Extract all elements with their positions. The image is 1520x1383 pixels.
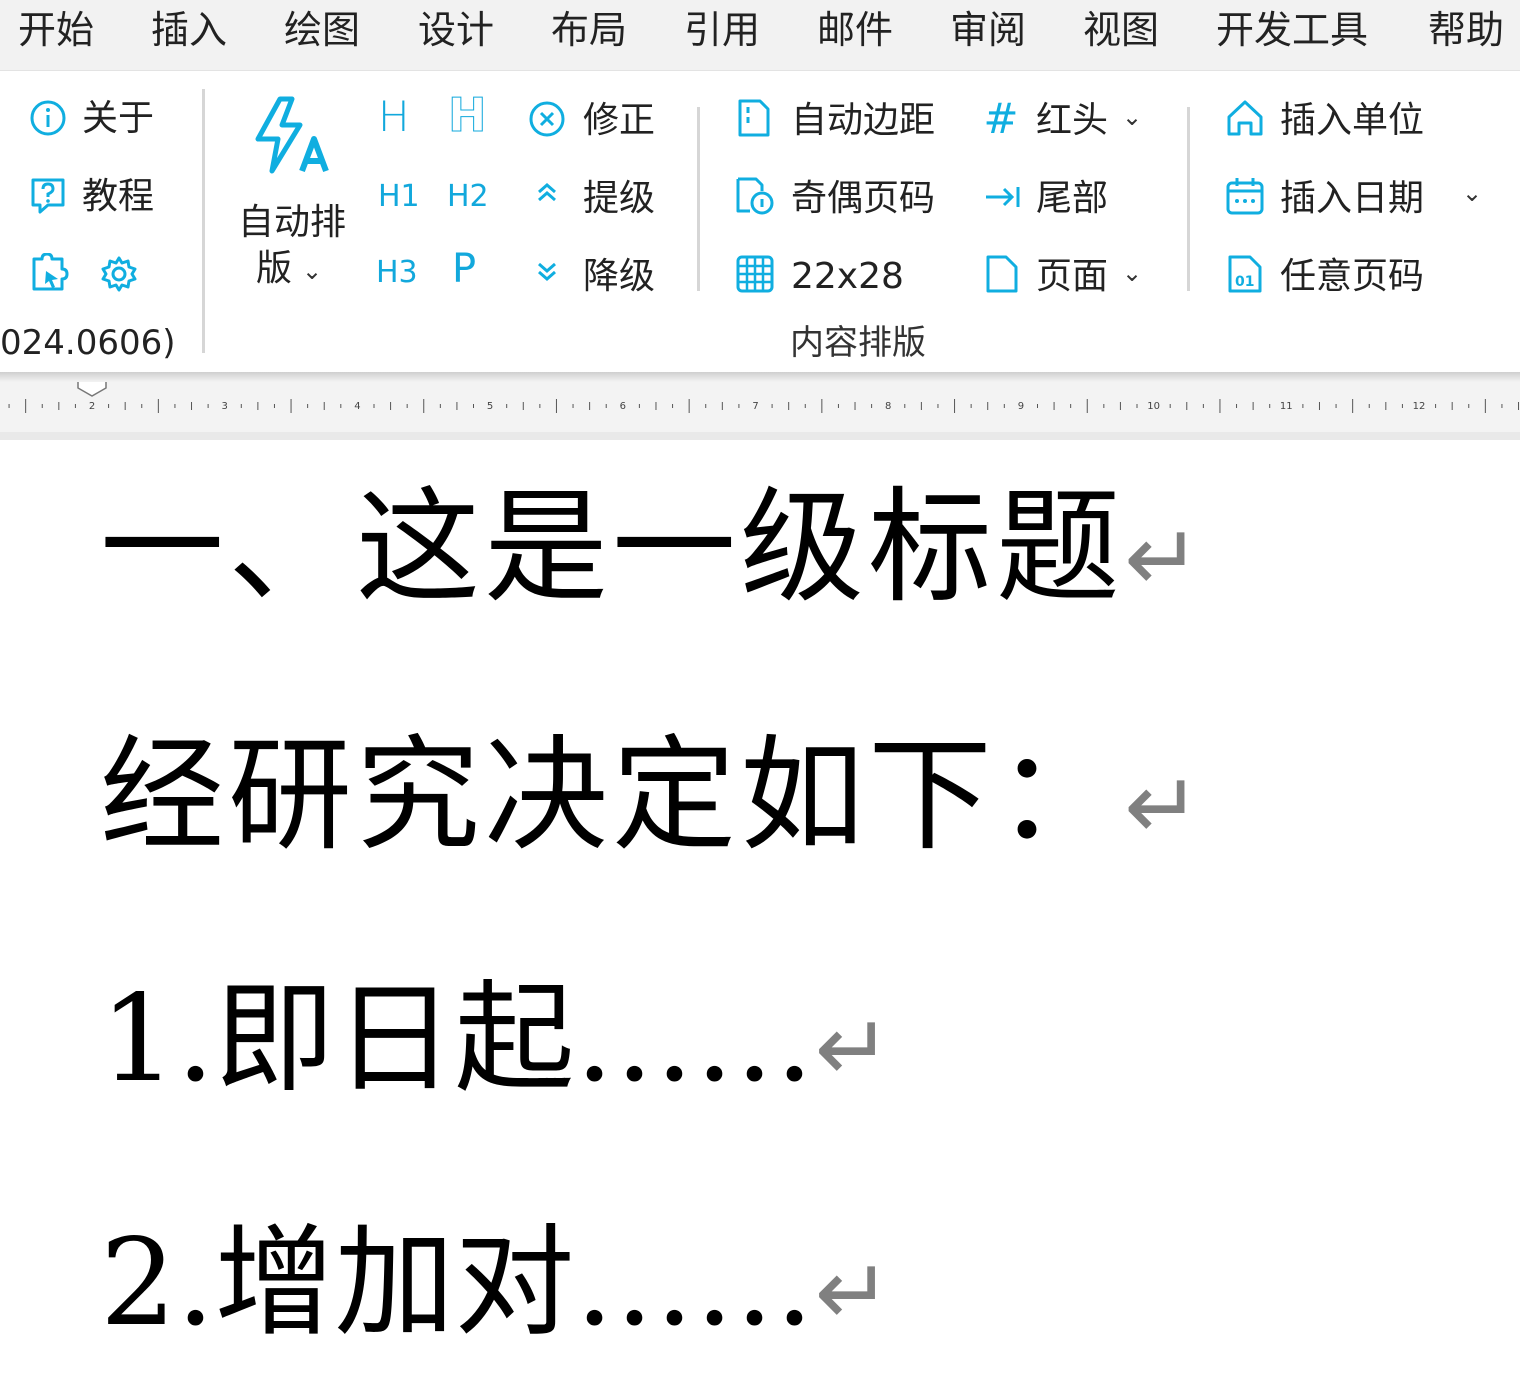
tail-label: 尾部	[1036, 178, 1109, 219]
insert-unit-label: 插入单位	[1280, 100, 1425, 141]
help-icon	[31, 178, 65, 214]
tab-help[interactable]: 帮助	[1428, 6, 1504, 54]
red-header-label: 红头	[1036, 100, 1109, 141]
info-icon	[30, 100, 66, 136]
ruler-number: 3	[222, 401, 228, 412]
grid-icon	[736, 255, 774, 293]
paragraph-mark-icon: ↵	[814, 995, 892, 1102]
ruler-ticks: 2 3 4 5 6 7 8 9 10 11 12	[8, 382, 1520, 413]
ruler-number: 7	[752, 401, 758, 412]
ruler-numbers: 2 3 4 5 6 7 8 9 10 11 12	[89, 401, 1426, 412]
demote-label: 降级	[583, 256, 656, 297]
chevron-down-icon: ⌄	[1122, 259, 1143, 287]
tab-developer[interactable]: 开发工具	[1216, 6, 1368, 54]
odd-even-page-label: 奇偶页码	[791, 178, 936, 219]
ruler-number: 10	[1147, 401, 1160, 412]
ruler[interactable]: 2 3 4 5 6 7 8 9 10 11 12	[0, 382, 1520, 432]
heading-h-bold-button[interactable]: H	[448, 92, 487, 139]
menu-bar: 开始 插入 绘图 设计 布局 引用 邮件 审阅 视图 开发工具 帮助	[0, 0, 1520, 70]
paragraph-body[interactable]: 经研究决定如下：↵	[100, 726, 1205, 877]
group-label-content-layout: 内容排版	[790, 323, 926, 363]
group-separator	[697, 107, 700, 291]
hash-icon: #	[983, 94, 1019, 143]
auto-layout-label-1: 自动排	[238, 202, 347, 243]
ruler-bottom-border	[0, 432, 1520, 440]
tab-insert[interactable]: 插入	[151, 6, 227, 54]
tab-layout[interactable]: 布局	[551, 6, 627, 54]
chevron-down-icon: ⌄	[1462, 179, 1483, 207]
ruler-number: 6	[620, 401, 626, 412]
double-chevron-down-icon	[538, 262, 556, 281]
paragraph-mark-icon: ↵	[814, 1239, 892, 1346]
document-margin-icon	[738, 99, 770, 137]
paragraph-list-item[interactable]: 1.即日起……↵	[100, 970, 892, 1119]
home-icon	[1227, 100, 1263, 136]
paragraph-text: 1.即日起……	[100, 970, 815, 1109]
tab-view[interactable]: 视图	[1083, 6, 1159, 54]
tab-references[interactable]: 引用	[684, 6, 760, 54]
about-label: 关于	[82, 98, 155, 139]
heading-h2-button[interactable]: H2	[447, 177, 489, 217]
lightning-a-icon	[255, 96, 329, 174]
version-text: 024.0606)	[0, 323, 176, 363]
svg-text:01: 01	[1235, 274, 1254, 290]
any-page-number-label: 任意页码	[1280, 256, 1425, 297]
paragraph-text: 一、这是一级标题	[100, 476, 1125, 620]
chevron-down-icon: ⌄	[302, 257, 323, 285]
tab-design[interactable]: 设计	[418, 6, 494, 54]
ruler-number: 2	[89, 401, 95, 412]
ruler-number: 5	[487, 401, 493, 412]
double-chevron-up-icon	[538, 183, 556, 202]
group-separator	[202, 89, 205, 353]
ruler-number: 11	[1280, 401, 1293, 412]
puzzle-icon[interactable]	[28, 253, 70, 295]
fix-label: 修正	[583, 100, 656, 141]
paragraph-mark-icon: ↵	[1124, 753, 1206, 860]
document-page[interactable]: 一、这是一级标题↵ 经研究决定如下：↵ 1.即日起……↵ 2.增加对……↵	[0, 440, 1520, 1383]
heading-h3-button[interactable]: H3	[376, 253, 418, 293]
paragraph-mark-icon: ↵	[1124, 505, 1206, 612]
paragraph-p-button[interactable]: P	[452, 249, 476, 289]
paragraph-heading[interactable]: 一、这是一级标题↵	[100, 478, 1205, 629]
ruler-number: 8	[885, 401, 891, 412]
paragraph-text: 经研究决定如下：	[100, 724, 1125, 868]
group-separator	[1187, 107, 1190, 291]
auto-margin-label: 自动边距	[791, 100, 936, 141]
page-icon	[986, 255, 1018, 293]
calendar-icon	[1226, 178, 1264, 215]
tab-draw[interactable]: 绘图	[284, 6, 360, 54]
heading-h-button[interactable]: H	[378, 96, 410, 138]
ribbon: 关于 教程 024.0606) 自动排 版 ⌄ H H H1 H2 H3 P 修…	[0, 70, 1520, 373]
indent-marker[interactable]	[77, 382, 107, 397]
page-label: 页面	[1036, 256, 1109, 297]
ruler-number: 12	[1413, 401, 1426, 412]
tab-mailings[interactable]: 邮件	[817, 6, 893, 54]
paragraph-list-item[interactable]: 2.增加对……↵	[100, 1214, 892, 1363]
ruler-number: 4	[354, 401, 360, 412]
chevron-down-icon: ⌄	[1122, 103, 1143, 131]
tutorial-label: 教程	[82, 176, 155, 217]
gear-icon[interactable]	[100, 255, 138, 293]
close-circle-icon	[529, 101, 565, 137]
grid-label: 22x28	[791, 256, 904, 297]
auto-layout-label-2: 版	[256, 248, 293, 289]
ruler-number: 9	[1018, 401, 1024, 412]
tab-home[interactable]: 开始	[18, 6, 94, 54]
heading-h1-button[interactable]: H1	[378, 177, 420, 217]
insert-date-label: 插入日期	[1280, 178, 1425, 219]
page-number-icon	[736, 177, 774, 215]
arrow-to-end-icon	[986, 187, 1020, 207]
paragraph-text: 2.增加对……	[100, 1214, 815, 1353]
promote-label: 提级	[583, 178, 656, 219]
page-01-icon: 01	[1228, 255, 1262, 293]
tab-review[interactable]: 审阅	[950, 6, 1026, 54]
ribbon-shadow	[0, 372, 1520, 382]
